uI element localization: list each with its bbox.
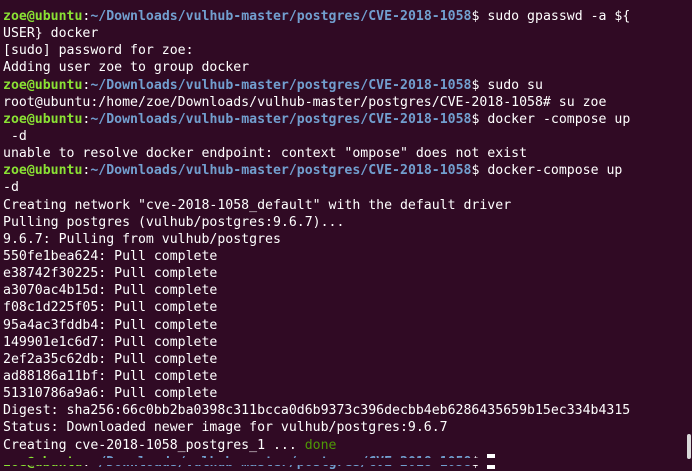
- prompt-path: ~/Downloads/vulhub-master/postgres/CVE-2…: [90, 9, 472, 24]
- output-line: e38742f30225: Pull complete: [3, 265, 682, 282]
- output-text: -d: [3, 128, 27, 144]
- output-text: 2ef2a35c62db: Pull complete: [3, 351, 218, 367]
- output-line: 95a4ac3fddb4: Pull complete: [3, 317, 682, 334]
- prompt-user-host: zoe@ubuntu: [3, 9, 83, 24]
- output-line: a3070ac4b15d: Pull complete: [3, 282, 682, 299]
- prompt-path: ~/Downloads/vulhub-master/postgres/CVE-2…: [90, 77, 472, 93]
- terminal-output[interactable]: zoe@ubuntu:~/Downloads/vulhub-master/pos…: [3, 8, 682, 471]
- output-line: Status: Downloaded newer image for vulhu…: [3, 419, 682, 436]
- prompt-user-host: zoe@ubuntu: [3, 111, 83, 127]
- prompt-user-host: zoe@ubuntu: [3, 77, 83, 93]
- output-text: e38742f30225: Pull complete: [3, 266, 218, 282]
- output-line: Digest: sha256:66c0bb2ba0398c311bcca0d6b…: [3, 402, 682, 419]
- output-line: USER} docker: [3, 25, 682, 42]
- command-text: sudo su: [479, 77, 543, 93]
- output-text: 149901e1c6d7: Pull complete: [3, 334, 218, 350]
- output-text: -d: [3, 180, 19, 196]
- prompt-path: ~/Downloads/vulhub-master/postgres/CVE-2…: [90, 163, 472, 179]
- output-text: Adding user zoe to group docker: [3, 60, 250, 76]
- output-text: 9.6.7: Pulling from vulhub/postgres: [3, 231, 281, 247]
- command-text: docker -compose up: [479, 111, 631, 127]
- output-text: Pulling postgres (vulhub/postgres:9.6.7)…: [3, 214, 345, 230]
- output-line: -d: [3, 179, 682, 196]
- output-text: [sudo] password for zoe:: [3, 43, 194, 59]
- output-line: [sudo] password for zoe:: [3, 42, 682, 59]
- output-text: unable to resolve docker endpoint: conte…: [3, 146, 528, 162]
- output-line: 51310786a9a6: Pull complete: [3, 385, 682, 402]
- output-text: Creating cve-2018-1058_postgres_1 ...: [3, 437, 305, 453]
- output-line: Creating cve-2018-1058_postgres_1 ... do…: [3, 437, 682, 454]
- output-text: 51310786a9a6: Pull complete: [3, 386, 218, 402]
- output-text: USER} docker: [3, 26, 99, 42]
- output-text: ad88186a11bf: Pull complete: [3, 368, 218, 384]
- output-line: Pulling postgres (vulhub/postgres:9.6.7)…: [3, 214, 682, 231]
- output-line: 9.6.7: Pulling from vulhub/postgres: [3, 231, 682, 248]
- command-text: docker-compose up: [479, 163, 623, 179]
- output-text: Status: Downloaded newer image for vulhu…: [3, 420, 448, 436]
- prompt-line: zoe@ubuntu:~/Downloads/vulhub-master/pos…: [3, 162, 682, 179]
- output-text: 550fe1bea624: Pull complete: [3, 248, 218, 264]
- output-line: 2ef2a35c62db: Pull complete: [3, 351, 682, 368]
- prompt-line: zoe@ubuntu:~/Downloads/vulhub-master/pos…: [3, 8, 682, 25]
- output-line: -d: [3, 128, 682, 145]
- output-line: 550fe1bea624: Pull complete: [3, 248, 682, 265]
- output-line: Creating network "cve-2018-1058_default"…: [3, 197, 682, 214]
- scrollbar-thumb[interactable]: [687, 434, 691, 459]
- command-text: sudo gpasswd -a ${: [479, 9, 631, 24]
- output-line: 149901e1c6d7: Pull complete: [3, 334, 682, 351]
- prompt-user-host: zoe@ubuntu: [3, 163, 83, 179]
- output-line: ad88186a11bf: Pull complete: [3, 368, 682, 385]
- prompt-path: ~/Downloads/vulhub-master/postgres/CVE-2…: [90, 111, 472, 127]
- output-line: Adding user zoe to group docker: [3, 59, 682, 76]
- status-done-label: done: [304, 437, 337, 453]
- output-line: unable to resolve docker endpoint: conte…: [3, 145, 682, 162]
- output-line: root@ubuntu:/home/zoe/Downloads/vulhub-m…: [3, 94, 682, 111]
- output-text: Creating network "cve-2018-1058_default"…: [3, 197, 512, 213]
- output-text: Digest: sha256:66c0bb2ba0398c311bcca0d6b…: [3, 403, 631, 419]
- prompt-line: zoe@ubuntu:~/Downloads/vulhub-master/pos…: [3, 111, 682, 128]
- output-text: 95a4ac3fddb4: Pull complete: [3, 317, 218, 333]
- output-text: a3070ac4b15d: Pull complete: [3, 283, 218, 299]
- output-text: f08c1d225f05: Pull complete: [3, 300, 218, 316]
- prompt-line: zoe@ubuntu:~/Downloads/vulhub-master/pos…: [3, 77, 682, 94]
- window-bottom-edge: [0, 458, 692, 465]
- output-line: f08c1d225f05: Pull complete: [3, 299, 682, 316]
- output-text: root@ubuntu:/home/zoe/Downloads/vulhub-m…: [3, 94, 607, 110]
